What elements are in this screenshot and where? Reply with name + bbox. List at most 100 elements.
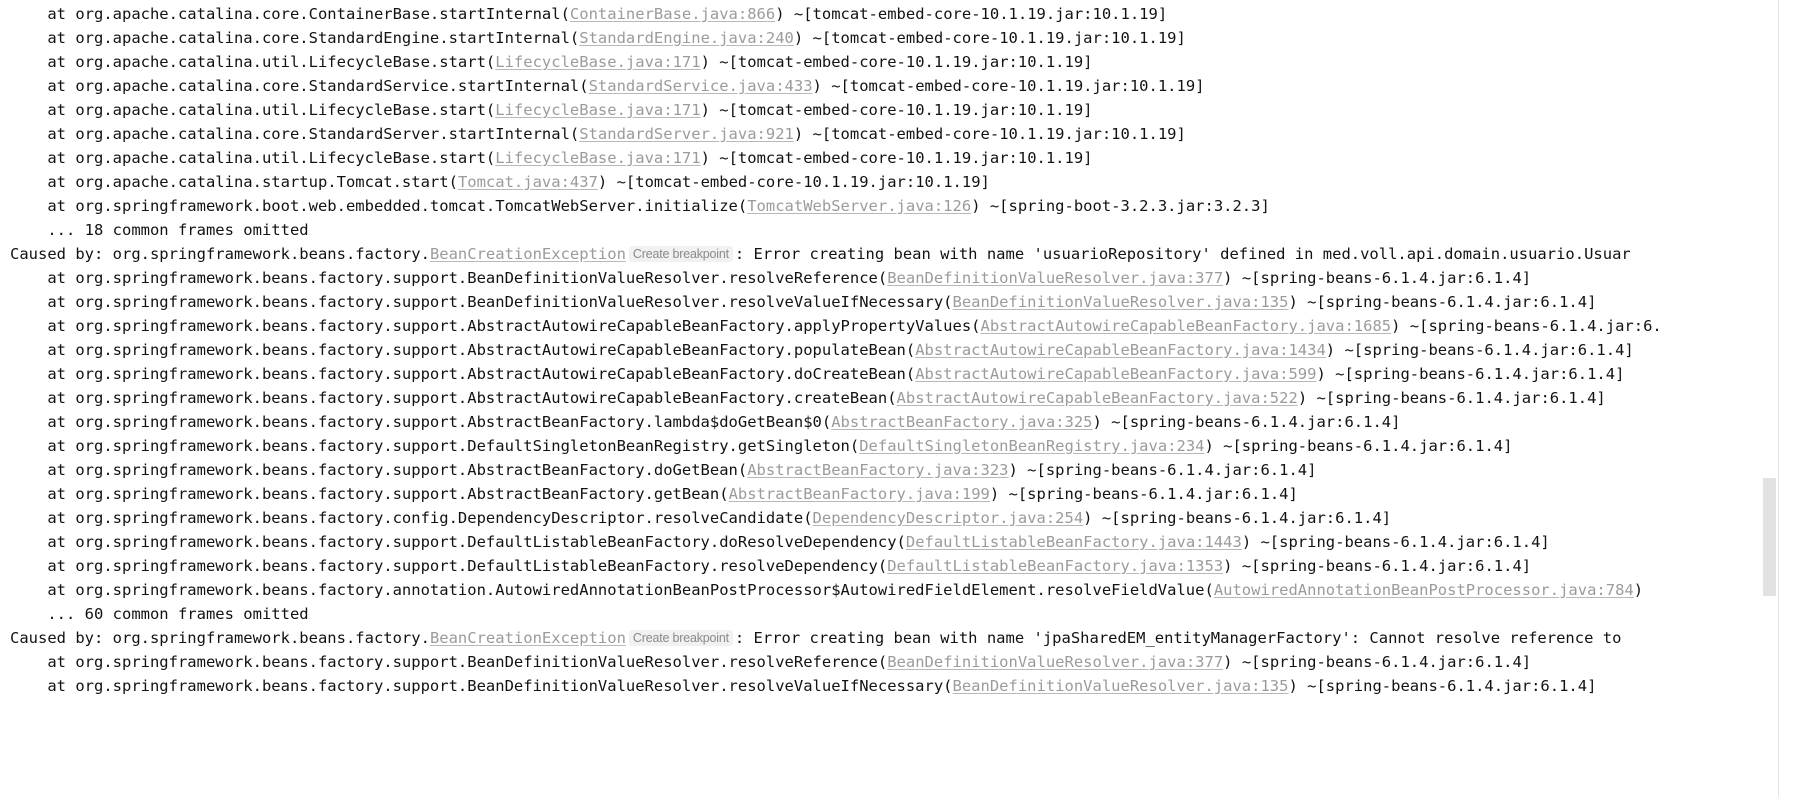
console-text: ) ~[tomcat-embed-core-10.1.19.jar:10.1.1… bbox=[793, 29, 1186, 47]
stacktrace-file-link[interactable]: AbstractAutowireCapableBeanFactory.java:… bbox=[915, 341, 1326, 359]
console-text: ) ~[spring-beans-6.1.4.jar:6.1.4] bbox=[1223, 653, 1532, 671]
console-text: at org.springframework.beans.factory.sup… bbox=[10, 293, 953, 311]
console-line: at org.springframework.beans.factory.sup… bbox=[0, 290, 1762, 314]
console-text: at org.springframework.beans.factory.sup… bbox=[10, 653, 888, 671]
stacktrace-file-link[interactable]: AbstractAutowireCapableBeanFactory.java:… bbox=[897, 389, 1298, 407]
console-text: at org.springframework.beans.factory.sup… bbox=[10, 533, 906, 551]
console-text: at org.springframework.beans.factory.sup… bbox=[10, 389, 897, 407]
stacktrace-file-link[interactable]: LifecycleBase.java:171 bbox=[495, 101, 700, 119]
console-text: ) ~[spring-beans-6.1.4.jar:6.1.4] bbox=[1288, 293, 1597, 311]
console-line: at org.springframework.beans.factory.sup… bbox=[0, 314, 1762, 338]
stacktrace-file-link[interactable]: BeanDefinitionValueResolver.java:135 bbox=[953, 293, 1289, 311]
console-text: at org.apache.catalina.core.StandardServ… bbox=[10, 77, 589, 95]
console-text: ) ~[tomcat-embed-core-10.1.19.jar:10.1.1… bbox=[700, 53, 1093, 71]
create-breakpoint-inlay-hint[interactable]: Create breakpoint bbox=[628, 630, 733, 646]
console-text: at org.apache.catalina.startup.Tomcat.st… bbox=[10, 173, 458, 191]
stacktrace-file-link[interactable]: AbstractBeanFactory.java:323 bbox=[747, 461, 1008, 479]
console-text: : Error creating bean with name 'usuario… bbox=[734, 245, 1631, 263]
console-text: ) ~[tomcat-embed-core-10.1.19.jar:10.1.1… bbox=[793, 125, 1186, 143]
console-text: at org.springframework.beans.factory.con… bbox=[10, 509, 813, 527]
exception-class-link[interactable]: BeanCreationException bbox=[430, 629, 626, 647]
stacktrace-file-link[interactable]: AutowiredAnnotationBeanPostProcessor.jav… bbox=[1214, 581, 1634, 599]
console-text: ) bbox=[1633, 581, 1653, 599]
console-output-viewport[interactable]: at org.apache.catalina.core.ContainerBas… bbox=[0, 0, 1762, 797]
stacktrace-file-link[interactable]: DefaultListableBeanFactory.java:1443 bbox=[906, 533, 1242, 551]
console-text: ) ~[spring-beans-6.1.4.jar:6.1.4] bbox=[1316, 365, 1625, 383]
stacktrace-file-link[interactable]: StandardService.java:433 bbox=[589, 77, 813, 95]
vertical-scrollbar[interactable] bbox=[1762, 0, 1778, 797]
stacktrace-file-link[interactable]: Tomcat.java:437 bbox=[458, 173, 598, 191]
console-text: ) ~[spring-beans-6.1.4.jar:6.1.4] bbox=[1204, 437, 1513, 455]
stacktrace-file-link[interactable]: LifecycleBase.java:171 bbox=[495, 149, 700, 167]
stacktrace-file-link[interactable]: ContainerBase.java:866 bbox=[570, 5, 775, 23]
console-text: ) ~[spring-beans-6.1.4.jar:6.1.4] bbox=[1223, 557, 1532, 575]
stacktrace-file-link[interactable]: StandardServer.java:921 bbox=[579, 125, 794, 143]
console-text: ) ~[spring-beans-6.1.4.jar:6.1.4] bbox=[1092, 413, 1401, 431]
console-text: at org.springframework.beans.factory.sup… bbox=[10, 437, 860, 455]
console-text: at org.apache.catalina.util.LifecycleBas… bbox=[10, 53, 496, 71]
console-text: at org.apache.catalina.core.StandardEngi… bbox=[10, 29, 580, 47]
console-line: at org.springframework.beans.factory.ann… bbox=[0, 578, 1762, 602]
console-line: at org.apache.catalina.core.ContainerBas… bbox=[0, 2, 1762, 26]
console-text: ... 60 common frames omitted bbox=[10, 605, 309, 623]
stacktrace-file-link[interactable]: AbstractBeanFactory.java:199 bbox=[729, 485, 990, 503]
console-text: ) ~[tomcat-embed-core-10.1.19.jar:10.1.1… bbox=[597, 173, 990, 191]
stacktrace-file-link[interactable]: DefaultListableBeanFactory.java:1353 bbox=[887, 557, 1223, 575]
stacktrace-file-link[interactable]: BeanDefinitionValueResolver.java:377 bbox=[887, 653, 1223, 671]
stacktrace-file-link[interactable]: BeanDefinitionValueResolver.java:135 bbox=[953, 677, 1289, 695]
console-text: at org.apache.catalina.util.LifecycleBas… bbox=[10, 149, 496, 167]
console-text: Caused by: org.springframework.beans.fac… bbox=[10, 245, 430, 263]
console-line: at org.springframework.beans.factory.sup… bbox=[0, 650, 1762, 674]
console-text: ) ~[spring-beans-6.1.4.jar:6.1.4] bbox=[989, 485, 1298, 503]
console-text: at org.springframework.boot.web.embedded… bbox=[10, 197, 748, 215]
stacktrace-file-link[interactable]: BeanDefinitionValueResolver.java:377 bbox=[887, 269, 1223, 287]
stacktrace-file-link[interactable]: DefaultSingletonBeanRegistry.java:234 bbox=[859, 437, 1204, 455]
console-line: ... 60 common frames omitted bbox=[0, 602, 1762, 626]
console-line: Caused by: org.springframework.beans.fac… bbox=[0, 242, 1762, 266]
console-text: at org.springframework.beans.factory.sup… bbox=[10, 317, 981, 335]
create-breakpoint-inlay-hint[interactable]: Create breakpoint bbox=[628, 246, 733, 262]
console-line: at org.apache.catalina.core.StandardEngi… bbox=[0, 26, 1762, 50]
console-line: at org.springframework.beans.factory.sup… bbox=[0, 410, 1762, 434]
console-line: at org.springframework.beans.factory.sup… bbox=[0, 674, 1762, 698]
console-text: ) ~[tomcat-embed-core-10.1.19.jar:10.1.1… bbox=[775, 5, 1168, 23]
stacktrace-file-link[interactable]: AbstractBeanFactory.java:325 bbox=[831, 413, 1092, 431]
console-text: ) ~[tomcat-embed-core-10.1.19.jar:10.1.1… bbox=[700, 149, 1093, 167]
vertical-scrollbar-thumb[interactable] bbox=[1763, 478, 1776, 596]
stacktrace-file-link[interactable]: DependencyDescriptor.java:254 bbox=[813, 509, 1084, 527]
console-line: at org.apache.catalina.core.StandardServ… bbox=[0, 122, 1762, 146]
stacktrace-file-link[interactable]: AbstractAutowireCapableBeanFactory.java:… bbox=[981, 317, 1392, 335]
console-line: at org.springframework.beans.factory.sup… bbox=[0, 530, 1762, 554]
console-line: at org.apache.catalina.util.LifecycleBas… bbox=[0, 146, 1762, 170]
exception-class-link[interactable]: BeanCreationException bbox=[430, 245, 626, 263]
console-text: at org.apache.catalina.util.LifecycleBas… bbox=[10, 101, 496, 119]
console-text: ) ~[spring-beans-6.1.4.jar:6.1.4] bbox=[1241, 533, 1550, 551]
stacktrace-file-link[interactable]: StandardEngine.java:240 bbox=[579, 29, 794, 47]
console-text: at org.springframework.beans.factory.sup… bbox=[10, 461, 748, 479]
console-line: at org.apache.catalina.util.LifecycleBas… bbox=[0, 50, 1762, 74]
console-text: ) ~[spring-beans-6.1.4.jar:6.1.4] bbox=[1297, 389, 1606, 407]
console-text: at org.springframework.beans.factory.sup… bbox=[10, 557, 888, 575]
console-line: ... 18 common frames omitted bbox=[0, 218, 1762, 242]
stacktrace-file-link[interactable]: LifecycleBase.java:171 bbox=[495, 53, 700, 71]
console-text: at org.springframework.beans.factory.ann… bbox=[10, 581, 1214, 599]
console-line-list: at org.apache.catalina.core.ContainerBas… bbox=[0, 2, 1762, 698]
console-text: ) ~[spring-beans-6.1.4.jar:6.1.4] bbox=[1223, 269, 1532, 287]
console-line: at org.apache.catalina.startup.Tomcat.st… bbox=[0, 170, 1762, 194]
console-text: at org.apache.catalina.core.StandardServ… bbox=[10, 125, 580, 143]
console-text: at org.springframework.beans.factory.sup… bbox=[10, 341, 916, 359]
console-text: ) ~[spring-beans-6.1.4.jar:6.1.4] bbox=[1288, 677, 1597, 695]
console-text: ) ~[spring-beans-6.1.4.jar:6.1.4] bbox=[1083, 509, 1392, 527]
console-text: at org.springframework.beans.factory.sup… bbox=[10, 413, 832, 431]
console-text: : Error creating bean with name 'jpaShar… bbox=[734, 629, 1622, 647]
console-text: Caused by: org.springframework.beans.fac… bbox=[10, 629, 430, 647]
stacktrace-file-link[interactable]: TomcatWebServer.java:126 bbox=[747, 197, 971, 215]
console-line: at org.springframework.beans.factory.sup… bbox=[0, 266, 1762, 290]
console-text: at org.springframework.beans.factory.sup… bbox=[10, 677, 953, 695]
console-text: ) ~[spring-beans-6.1.4.jar:6. bbox=[1391, 317, 1662, 335]
error-stripe-gutter[interactable] bbox=[1778, 0, 1809, 797]
console-line: at org.springframework.beans.factory.sup… bbox=[0, 362, 1762, 386]
stacktrace-file-link[interactable]: AbstractAutowireCapableBeanFactory.java:… bbox=[915, 365, 1316, 383]
console-text: at org.springframework.beans.factory.sup… bbox=[10, 485, 729, 503]
console-text: ... 18 common frames omitted bbox=[10, 221, 309, 239]
